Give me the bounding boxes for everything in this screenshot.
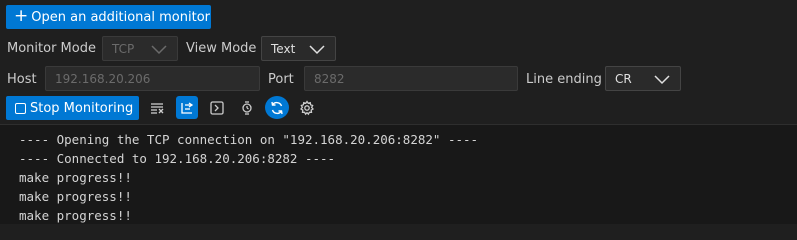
serial-output-console[interactable]: ---- Opening the TCP connection on "192.… (0, 125, 797, 224)
host-value: 192.168.20.206 (55, 71, 151, 86)
chevron-down-icon (309, 44, 325, 54)
line-ending-select[interactable]: CR (605, 66, 681, 91)
stop-monitoring-button[interactable]: Stop Monitoring (6, 96, 139, 120)
output-line: ---- Opening the TCP connection on "192.… (19, 132, 479, 147)
plus-icon: + (14, 6, 29, 26)
host-input[interactable]: 192.168.20.206 (45, 66, 260, 91)
port-input[interactable]: 8282 (304, 66, 518, 91)
host-label: Host (7, 72, 37, 87)
output-line: make progress!! (19, 189, 132, 204)
open-additional-monitor-button[interactable]: + Open an additional monitor (6, 5, 211, 29)
stop-square-icon (15, 102, 26, 114)
open-additional-monitor-label: Open an additional monitor (31, 9, 210, 25)
line-ending-label: Line ending (526, 72, 602, 87)
view-mode-select[interactable]: Text (261, 36, 336, 61)
stop-monitoring-label: Stop Monitoring (30, 100, 134, 116)
output-line: ---- Connected to 192.168.20.206:8282 --… (19, 151, 336, 166)
reconnect-icon[interactable] (265, 96, 289, 119)
view-mode-value: Text (271, 41, 296, 56)
view-mode-label: View Mode (186, 41, 257, 56)
chevron-down-icon (151, 44, 167, 54)
line-ending-value: CR (615, 71, 632, 86)
port-label: Port (268, 72, 294, 87)
output-line: make progress!! (19, 208, 132, 223)
monitor-mode-value: TCP (112, 41, 135, 56)
monitor-mode-select[interactable]: TCP (102, 36, 178, 61)
timestamp-icon[interactable] (237, 98, 257, 118)
clear-output-icon[interactable] (147, 98, 167, 118)
chevron-down-icon (654, 74, 670, 84)
output-line: make progress!! (19, 170, 132, 185)
terminal-icon[interactable] (207, 98, 227, 118)
autoscroll-toggle-icon[interactable] (176, 96, 198, 119)
settings-gear-icon[interactable] (297, 98, 317, 118)
port-value: 8282 (314, 71, 345, 86)
monitor-mode-label: Monitor Mode (7, 41, 96, 56)
